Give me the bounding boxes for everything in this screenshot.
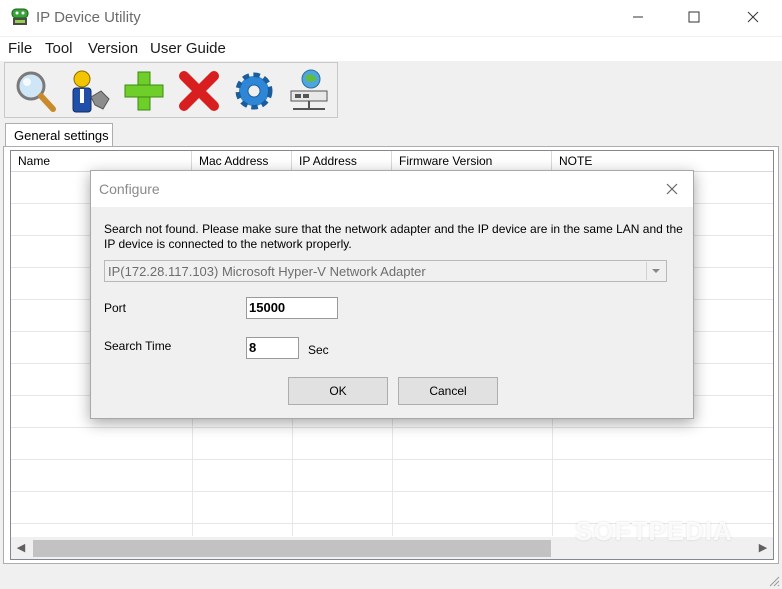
menu-user-guide[interactable]: User Guide <box>150 40 226 57</box>
network-device-icon[interactable] <box>285 67 333 115</box>
green-robot-icon <box>11 8 29 25</box>
maximize-button[interactable] <box>670 0 718 34</box>
settings-gear-icon[interactable] <box>230 67 278 115</box>
dialog-title-bar: Configure <box>91 171 693 207</box>
chevron-down-icon[interactable] <box>646 262 665 280</box>
scroll-right-icon[interactable]: ▶ <box>755 540 771 556</box>
column-header-note[interactable]: NOTE <box>552 151 773 171</box>
network-adapter-select[interactable]: IP(172.28.117.103) Microsoft Hyper-V Net… <box>104 260 667 282</box>
column-header-mac-address[interactable]: Mac Address <box>192 151 292 171</box>
table-row <box>11 459 773 492</box>
window-title: IP Device Utility <box>36 9 141 26</box>
port-label: Port <box>104 301 127 315</box>
dialog-message: Search not found. Please make sure that … <box>104 222 683 251</box>
toolbar <box>4 62 338 118</box>
configure-dialog: Configure Search not found. Please make … <box>90 170 694 419</box>
search-icon[interactable] <box>11 67 59 115</box>
cancel-button[interactable]: Cancel <box>398 377 498 405</box>
menu-tool[interactable]: Tool <box>45 40 73 57</box>
scroll-left-icon[interactable]: ◀ <box>13 540 29 556</box>
search-time-input[interactable]: 8 <box>246 337 299 359</box>
ok-button[interactable]: OK <box>288 377 388 405</box>
adapter-value: IP(172.28.117.103) Microsoft Hyper-V Net… <box>108 264 426 279</box>
menu-file[interactable]: File <box>8 40 32 57</box>
column-header-name[interactable]: Name <box>11 151 192 171</box>
port-input[interactable]: 15000 <box>246 297 338 319</box>
user-key-icon[interactable] <box>65 67 113 115</box>
minimize-button[interactable] <box>614 0 662 34</box>
menu-bar: File Tool Version User Guide <box>0 37 782 61</box>
status-bar <box>0 565 782 589</box>
tab-general-settings[interactable]: General settings <box>5 123 113 147</box>
search-time-unit: Sec <box>308 343 329 357</box>
add-icon[interactable] <box>120 67 168 115</box>
title-bar: IP Device Utility <box>0 0 782 36</box>
close-button[interactable] <box>729 0 777 34</box>
column-header-firmware-version[interactable]: Firmware Version <box>392 151 552 171</box>
resize-grip-icon[interactable] <box>768 575 780 587</box>
scroll-thumb[interactable] <box>33 540 551 557</box>
dialog-title: Configure <box>99 181 160 197</box>
delete-icon[interactable] <box>175 67 223 115</box>
table-row <box>11 427 773 460</box>
menu-version[interactable]: Version <box>88 40 138 57</box>
column-header-ip-address[interactable]: IP Address <box>292 151 392 171</box>
watermark: SOFTPEDIA <box>575 516 733 546</box>
dialog-close-icon[interactable] <box>663 180 681 198</box>
search-time-label: Search Time <box>104 339 172 353</box>
list-header: Name Mac Address IP Address Firmware Ver… <box>11 151 773 172</box>
